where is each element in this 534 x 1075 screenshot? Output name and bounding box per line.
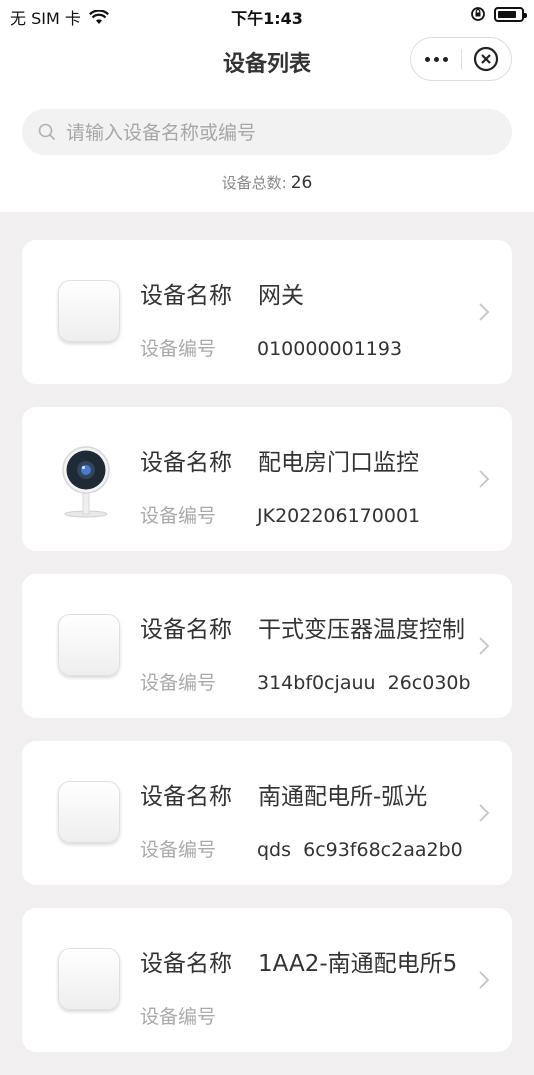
device-code-row: 设备编号 qds 6c93f68c2aa2b0 <box>140 835 470 862</box>
chevron-right-icon <box>479 303 490 321</box>
more-dots-icon-dot <box>442 56 448 62</box>
device-total: 设备总数: 26 <box>0 172 534 193</box>
device-code-label: 设备编号 <box>140 839 217 861</box>
device-name-row: 设备名称 干式变压器温度控制 <box>140 610 470 644</box>
orientation-lock-icon <box>471 7 485 21</box>
search-icon <box>38 123 56 141</box>
device-code: JK202206170001 <box>257 505 421 527</box>
device-name-row: 设备名称 南通配电所-弧光 <box>140 777 470 811</box>
device-name-label: 设备名称 <box>140 283 232 309</box>
device-thumbnail <box>58 948 120 1010</box>
device-code-row: 设备编号 314bf0cjauu 26c030b <box>140 668 470 695</box>
device-code-label: 设备编号 <box>140 505 217 527</box>
close-button[interactable] <box>473 46 499 72</box>
device-code-label: 设备编号 <box>140 672 217 694</box>
device-code: 010000001193 <box>257 338 403 360</box>
gateway-icon <box>58 280 120 342</box>
device-name-label: 设备名称 <box>140 951 232 977</box>
camera-icon <box>62 446 110 518</box>
device-card[interactable]: 设备名称 网关 设备编号 010000001193 <box>22 240 512 384</box>
device-code-row: 设备编号 JK202206170001 <box>140 501 470 528</box>
status-bar: 无 SIM 卡 下午1:43 <box>0 0 534 30</box>
more-dots-icon <box>424 56 430 62</box>
gateway-icon <box>58 614 120 676</box>
device-card[interactable]: 设备名称 南通配电所-弧光 设备编号 qds 6c93f68c2aa2b0 <box>22 741 512 885</box>
device-name-row: 设备名称 网关 <box>140 276 470 310</box>
device-name-row: 设备名称 1AA2-南通配电所5 <box>140 944 470 978</box>
device-name: 网关 <box>258 283 304 309</box>
chevron-right-icon <box>479 470 490 488</box>
device-name: 南通配电所-弧光 <box>258 784 428 810</box>
menu-capsule <box>410 37 512 81</box>
device-name-label: 设备名称 <box>140 617 232 643</box>
device-name-row: 设备名称 配电房门口监控 <box>140 443 470 477</box>
status-right <box>470 6 527 22</box>
capsule-divider <box>461 49 462 69</box>
search-box[interactable] <box>22 109 512 157</box>
chevron-right-icon <box>479 971 490 989</box>
gateway-icon <box>58 781 120 843</box>
gateway-icon <box>58 948 120 1010</box>
chevron-right-icon <box>479 804 490 822</box>
device-code-row: 设备编号 010000001193 <box>140 334 470 361</box>
device-name-label: 设备名称 <box>140 784 232 810</box>
device-card[interactable]: 设备名称 干式变压器温度控制 设备编号 314bf0cjauu 26c030b <box>22 574 512 718</box>
device-card[interactable]: 设备名称 配电房门口监控 设备编号 JK202206170001 <box>22 407 512 551</box>
device-card[interactable]: 设备名称 1AA2-南通配电所5 设备编号 <box>22 908 512 1052</box>
device-code-row: 设备编号 <box>140 1002 470 1029</box>
device-name: 1AA2-南通配电所5 <box>258 951 458 977</box>
search-section: 设备总数:26 <box>0 92 534 212</box>
device-name: 配电房门口监控 <box>258 450 419 476</box>
device-thumbnail <box>58 781 120 843</box>
device-total-count: 26 <box>290 173 313 193</box>
device-code-label: 设备编号 <box>140 338 217 360</box>
device-name-label: 设备名称 <box>140 450 232 476</box>
more-button[interactable] <box>411 38 461 80</box>
battery-icon <box>494 6 527 22</box>
device-code: 314bf0cjauu 26c030b <box>257 672 470 694</box>
status-time: 下午1:43 <box>231 9 303 28</box>
device-thumbnail <box>58 280 120 342</box>
device-thumbnail <box>58 614 120 676</box>
more-dots-icon-dot <box>433 56 439 62</box>
device-code-label: 设备编号 <box>140 1006 217 1028</box>
device-thumbnail <box>58 446 120 518</box>
search-input[interactable] <box>64 109 488 157</box>
device-code: qds 6c93f68c2aa2b0 <box>257 839 463 861</box>
nav-bar: 设备列表 <box>0 30 534 93</box>
device-total-label: 设备总数: <box>221 174 287 192</box>
chevron-right-icon <box>479 637 490 655</box>
device-name: 干式变压器温度控制 <box>258 617 465 643</box>
